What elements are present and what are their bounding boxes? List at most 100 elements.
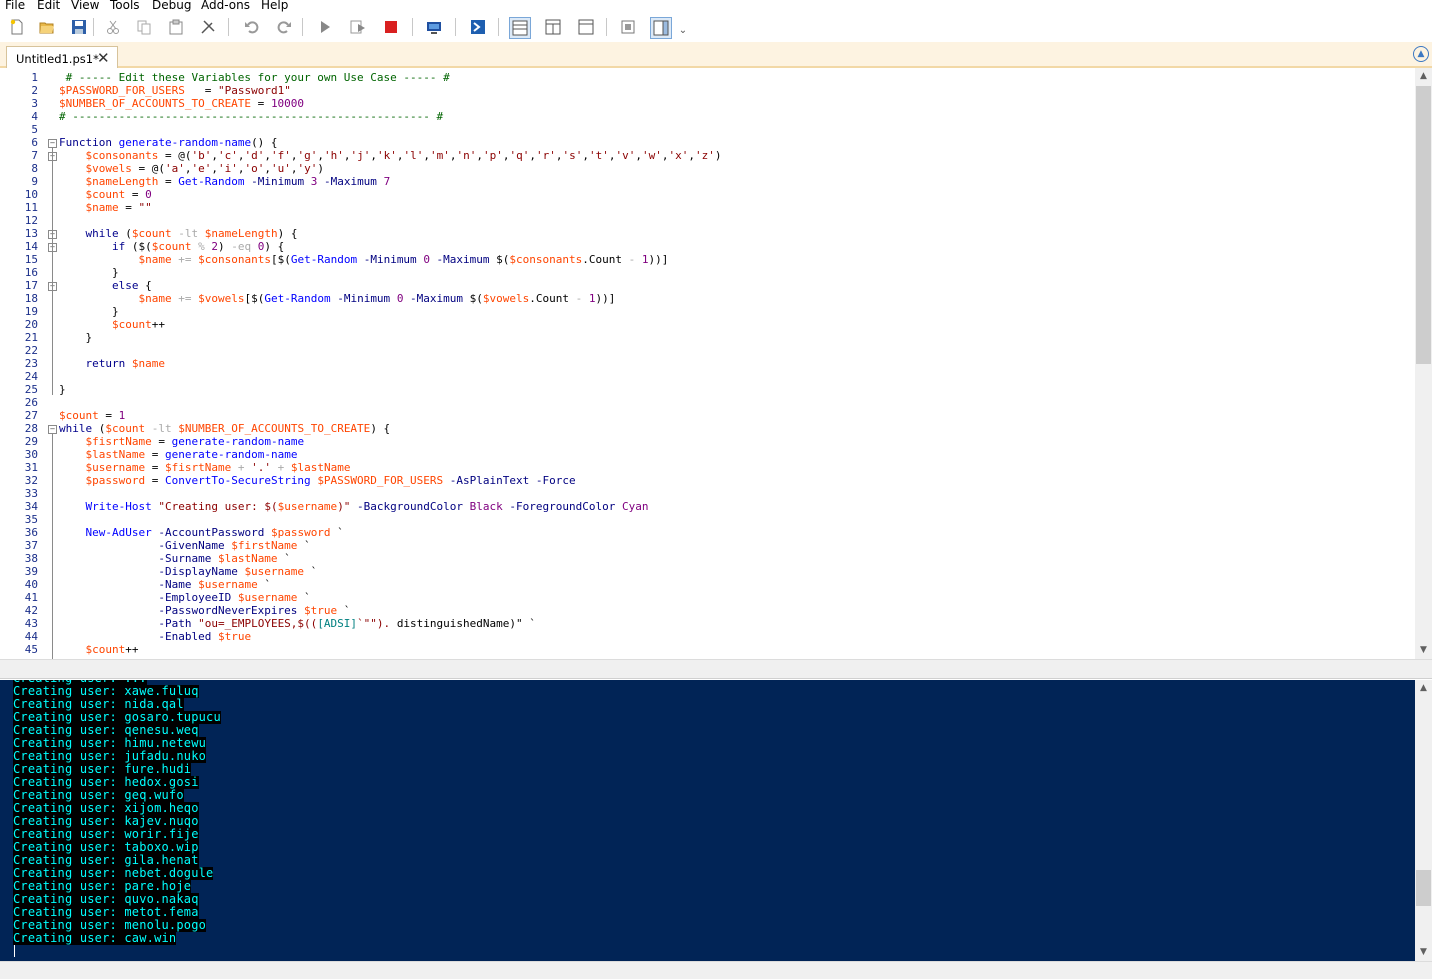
run-selection-icon[interactable] [348,17,368,37]
code-line: -GivenName $firstName ` [59,539,310,552]
code-token: () { [251,136,278,149]
toolbar-separator [455,18,456,36]
console-pane[interactable]: Creating user: ... Creating user: xawe.f… [0,680,1415,961]
cut-icon[interactable] [103,17,123,37]
code-token: -Maximum [429,253,497,266]
code-line: $name += $consonants[$(Get-Random -Minim… [59,253,668,266]
line-number: 2 [31,84,38,97]
fold-guide-line [52,434,53,659]
script-editor[interactable]: 1 2 3 4 5 6 7 8 9 10 11 12 13 14 15 16 17 18 19 20 21 22 23 24 2… [0,68,1415,659]
code-token: = [145,461,165,474]
code-token: 1 [641,253,649,266]
layout-max-icon[interactable] [576,17,596,37]
code-token: while [85,227,119,240]
menu-addons[interactable]: Add-ons [201,0,250,12]
line-number: 6 [31,136,38,149]
scroll-up-icon[interactable]: ▲ [1415,68,1432,85]
line-number: 34 [24,500,38,513]
menu-view[interactable]: View [71,0,99,12]
code-token: = [145,448,165,461]
code-token: - [575,292,589,305]
code-token: "" [138,201,152,214]
code-token: , [264,162,271,175]
editor-scroll-thumb[interactable] [1416,86,1431,364]
line-number: 45 [24,643,38,656]
fold-toggle-icon[interactable]: − [48,425,57,434]
line-number: 17 [24,279,38,292]
addon-icon[interactable] [650,17,672,39]
code-line: while ($count -lt $NUMBER_OF_ACCOUNTS_TO… [59,422,390,435]
code-token: = @( [131,162,165,175]
copy-icon[interactable] [134,17,154,37]
stop-icon[interactable] [381,17,401,37]
menu-file[interactable]: File [5,0,25,12]
scroll-up-icon[interactable]: ▲ [1415,680,1432,697]
clear-icon[interactable] [198,17,218,37]
code-token: { [138,279,152,292]
line-number: 14 [24,240,38,253]
code-line: -DisplayName $username ` [59,565,317,578]
save-icon[interactable] [69,17,89,37]
code-token: 'i' [217,162,238,175]
code-token: $count [131,227,172,240]
line-number: 41 [24,591,38,604]
editor-scrollbar[interactable]: ▲ ▼ [1415,68,1432,659]
code-token: generate-random-name [164,448,298,461]
powershell-icon[interactable] [468,17,488,37]
menu-edit[interactable]: Edit [37,0,60,12]
menu-debug[interactable]: Debug [152,0,191,12]
code-token: 'a' [164,162,185,175]
commands-icon[interactable] [618,17,638,37]
run-icon[interactable] [315,17,335,37]
line-number: 24 [24,370,38,383]
pane-splitter[interactable] [0,659,1432,679]
code-token: $count [105,422,146,435]
redo-icon[interactable] [274,17,294,37]
menu-tools[interactable]: Tools [110,0,140,12]
console-scrollbar[interactable]: ▲ ▼ [1415,680,1432,961]
code-token: "ou=_EMPLOYEES,$(( [198,617,318,630]
code-token: $username [198,578,258,591]
line-number: 3 [31,97,38,110]
undo-icon[interactable] [242,17,262,37]
tab-label: Untitled1.ps1* [16,52,99,66]
toolbar-overflow-icon[interactable]: ⌄ [676,20,690,40]
paste-icon[interactable] [166,17,186,37]
scroll-down-icon[interactable]: ▼ [1415,944,1432,961]
code-token: else [111,279,139,292]
code-line: $count = 1 [59,409,125,422]
layout-top-icon[interactable] [509,17,531,39]
code-token: = [118,201,139,214]
code-token: = [145,474,165,487]
open-icon[interactable] [37,17,57,37]
collapse-script-pane-icon[interactable]: ▲ [1413,46,1429,62]
menu-help[interactable]: Help [261,0,288,12]
line-number: 11 [24,201,38,214]
line-number: 5 [31,123,38,136]
console-scroll-thumb[interactable] [1416,870,1431,906]
fold-toggle-icon[interactable]: − [48,139,57,148]
tab-untitled1[interactable]: Untitled1.ps1* ✕ [6,46,118,70]
code-line: $fisrtName = generate-random-name [59,435,305,448]
layout-right-icon[interactable] [543,17,563,37]
code-token: 'o' [244,162,265,175]
toolbar-separator [228,18,229,36]
line-number: 26 [24,396,38,409]
code-token: 's' [562,149,583,162]
code-token: -eq [231,240,258,253]
code-token: ) { [277,227,298,240]
code-token: $password [85,474,146,487]
code-token: = [151,435,172,448]
close-icon[interactable]: ✕ [97,49,110,67]
remote-icon[interactable] [424,17,444,37]
scroll-down-icon[interactable]: ▼ [1415,642,1432,659]
new-icon[interactable] [7,17,27,37]
code-line: $consonants = @('b','c','d','f','g','h',… [59,149,722,162]
